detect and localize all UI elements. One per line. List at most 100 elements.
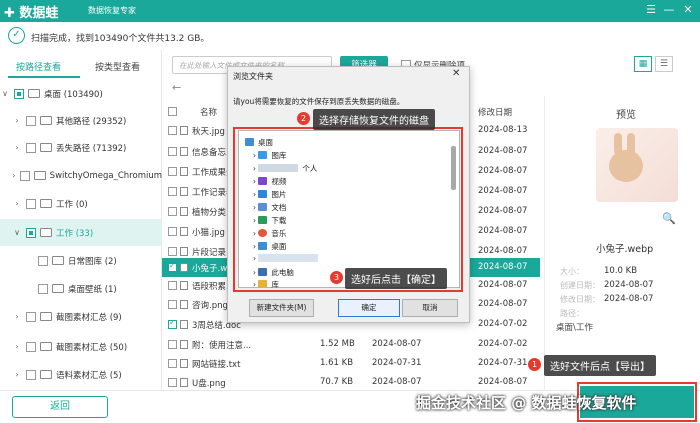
file-modified: 2024-08-07 <box>478 166 528 176</box>
preview-created-key: 创建日期： <box>560 281 600 290</box>
new-folder-button[interactable]: 新建文件夹(M) <box>249 299 314 317</box>
file-modified: 2024-08-13 <box>478 125 528 135</box>
chevron-right-icon[interactable]: › <box>12 370 22 379</box>
file-checkbox[interactable] <box>168 147 177 156</box>
zoom-icon[interactable]: 🔍 <box>662 212 676 225</box>
tree-checkbox[interactable] <box>26 369 36 380</box>
file-icon <box>180 207 188 216</box>
file-name: 咨询.png <box>192 301 228 311</box>
tree-item-label: 桌面壁纸 (1) <box>68 284 117 295</box>
tree-item[interactable]: › 截图素材汇总 (9) <box>0 303 162 330</box>
tree-item[interactable]: › SwitchyOmega_Chromium <box>0 162 162 189</box>
file-icon <box>180 378 188 387</box>
folder-icon <box>52 256 64 265</box>
tree-item[interactable]: 日常图库 (2) <box>0 247 162 274</box>
file-created: 2024-07-31 <box>372 358 422 368</box>
file-checkbox[interactable] <box>168 126 177 135</box>
file-checkbox[interactable] <box>168 281 177 290</box>
folder-icon <box>40 143 52 152</box>
tree-checkbox[interactable] <box>26 115 36 126</box>
file-icon <box>180 126 188 135</box>
column-header-date[interactable]: 修改日期 <box>478 106 512 118</box>
tree-checkbox[interactable] <box>26 227 36 238</box>
file-icon <box>180 263 188 272</box>
tree-item[interactable]: 桌面壁纸 (1) <box>0 275 162 302</box>
tree-checkbox[interactable] <box>26 198 36 209</box>
tree-item[interactable]: › 工作 (0) <box>0 190 162 217</box>
app-name: 数据蛙 <box>19 6 59 21</box>
file-checkbox[interactable] <box>168 359 177 368</box>
file-row[interactable]: 网站链接.txt 1.61 KB 2024-07-31 2024-07-31 <box>162 354 540 373</box>
file-checkbox[interactable] <box>168 300 177 309</box>
column-header-name[interactable]: 名称 <box>200 106 217 118</box>
file-icon <box>180 167 188 176</box>
tab-by-path[interactable]: 按路径查看 <box>16 60 61 73</box>
folder-icon <box>40 116 52 125</box>
back-arrow-icon[interactable]: ← <box>172 81 181 94</box>
tree-checkbox[interactable] <box>26 311 36 322</box>
file-checkbox[interactable] <box>168 378 177 387</box>
chevron-down-icon[interactable]: ∨ <box>0 89 10 98</box>
select-all-checkbox[interactable] <box>168 107 177 116</box>
left-panel: 按路径查看 按类型查看 ∨ 桌面 (103490) › 其他路径 (29352) ›… <box>0 50 162 390</box>
file-checkbox[interactable] <box>168 340 177 349</box>
chevron-right-icon[interactable]: › <box>12 116 22 125</box>
file-modified: 2024-08-07 <box>478 299 528 309</box>
grid-view-icon[interactable]: ▦ <box>634 56 652 72</box>
file-row[interactable]: 附：使用注意... 1.52 MB 2024-08-07 2024-07-02 <box>162 335 540 354</box>
tree-item[interactable]: › 丢失路径 (71392) <box>0 134 162 161</box>
file-icon <box>180 227 188 236</box>
back-button[interactable]: 返回 <box>12 396 108 418</box>
close-icon[interactable]: ✕ <box>680 3 696 16</box>
file-modified: 2024-08-07 <box>478 146 528 156</box>
file-icon <box>180 300 188 309</box>
chevron-right-icon[interactable]: › <box>12 312 22 321</box>
menu-icon[interactable]: ☰ <box>643 3 659 16</box>
file-icon <box>180 281 188 290</box>
check-circle-icon: ✓ <box>8 27 25 44</box>
plus-icon: ✚ <box>4 6 20 21</box>
file-checkbox[interactable] <box>168 318 177 329</box>
step-badge-1: 1 <box>528 358 541 371</box>
tree-item[interactable]: ∨ 桌面 (103490) <box>0 80 162 107</box>
file-checkbox[interactable] <box>168 247 177 256</box>
tree-item[interactable]: › 语料素材汇总 (5) <box>0 361 162 388</box>
tree-checkbox[interactable] <box>26 142 36 153</box>
cancel-button[interactable]: 取消 <box>402 299 458 317</box>
file-checkbox[interactable] <box>168 227 177 236</box>
minimize-icon[interactable]: — <box>661 3 677 16</box>
tab-by-type[interactable]: 按类型查看 <box>95 60 140 73</box>
preview-title: 预览 <box>616 110 636 121</box>
chevron-right-icon[interactable]: › <box>12 143 22 152</box>
list-view-icon[interactable]: ☰ <box>655 56 673 72</box>
file-modified: 2024-08-07 <box>478 206 528 216</box>
tree-checkbox[interactable] <box>26 341 36 352</box>
file-modified: 2024-08-07 <box>478 186 528 196</box>
step-badge-2: 2 <box>297 112 310 125</box>
chevron-right-icon[interactable]: › <box>12 199 22 208</box>
chevron-down-icon[interactable]: ∨ <box>12 228 22 237</box>
tree-checkbox[interactable] <box>38 255 48 266</box>
file-size: 70.7 KB <box>320 377 354 387</box>
folder-icon <box>40 370 52 379</box>
chevron-right-icon[interactable]: › <box>12 342 22 351</box>
dialog-close-icon[interactable]: ✕ <box>452 68 460 79</box>
tree-item-selected[interactable]: ∨ 工作 (33) <box>0 219 162 246</box>
file-icon <box>180 247 188 256</box>
file-checkbox[interactable] <box>168 261 177 272</box>
chevron-right-icon[interactable]: › <box>12 171 16 180</box>
ok-button[interactable]: 确定 <box>338 299 400 317</box>
file-name: 小猫.jpg <box>192 228 225 238</box>
tree-checkbox[interactable] <box>38 283 48 294</box>
file-modified: 2024-07-31 <box>478 358 528 368</box>
tree-checkbox[interactable] <box>19 170 30 181</box>
file-checkbox[interactable] <box>168 187 177 196</box>
tree-item-label: 其他路径 (29352) <box>56 116 127 127</box>
tree-item[interactable]: › 其他路径 (29352) <box>0 107 162 134</box>
file-checkbox[interactable] <box>168 167 177 176</box>
file-name: 附：使用注意... <box>192 341 252 351</box>
app-subtitle: 数据恢复专家 <box>88 6 136 15</box>
tree-checkbox[interactable] <box>14 88 24 99</box>
tree-item[interactable]: › 截图素材汇总 (50) <box>0 333 162 360</box>
file-checkbox[interactable] <box>168 207 177 216</box>
